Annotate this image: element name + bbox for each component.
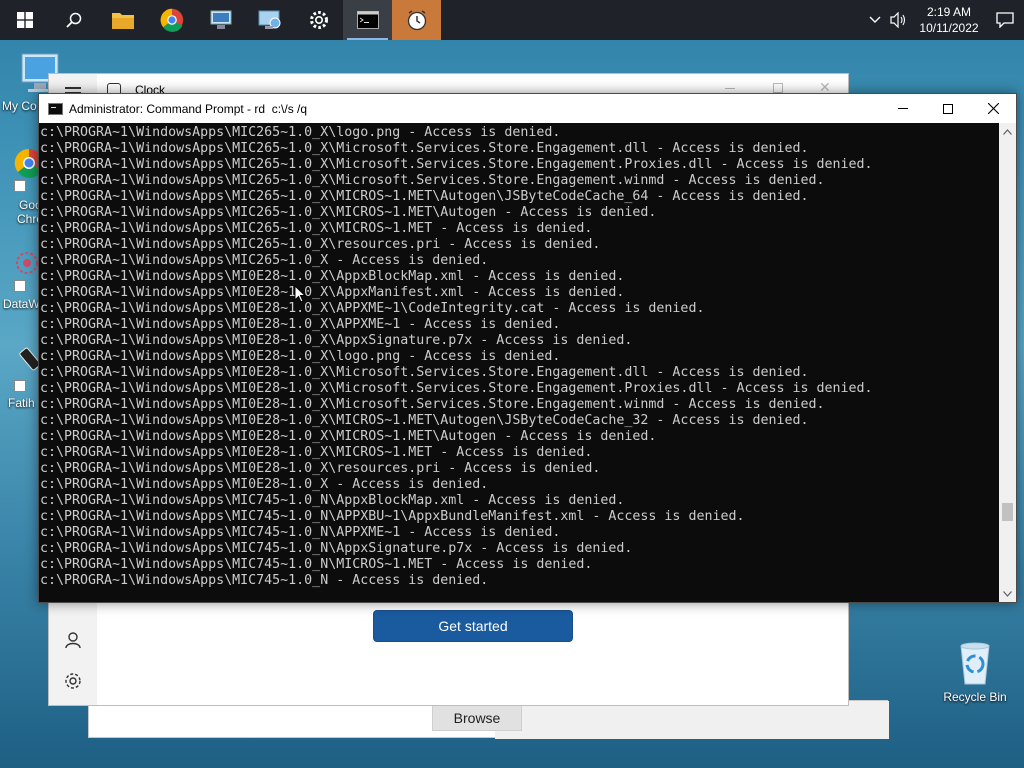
- volume-button[interactable]: [886, 0, 912, 40]
- shortcut-arrow-icon: [14, 280, 26, 292]
- cmd-output-line: c:\PROGRA~1\WindowsApps\MI0E28~1.0_X\MIC…: [40, 445, 593, 460]
- server-manager-icon: [210, 10, 231, 29]
- taskbar-date: 10/11/2022: [919, 21, 979, 35]
- this-pc-label: My Co: [2, 99, 37, 113]
- cmd-output-line: c:\PROGRA~1\WindowsApps\MIC265~1.0_X\log…: [40, 125, 561, 140]
- cmd-output-line: c:\PROGRA~1\WindowsApps\MI0E28~1.0_X\res…: [40, 461, 601, 476]
- search-button[interactable]: [49, 0, 98, 40]
- cmd-output-line: c:\PROGRA~1\WindowsApps\MI0E28~1.0_X\App…: [40, 269, 625, 284]
- gear-icon: [309, 11, 328, 29]
- cmd-output-line: c:\PROGRA~1\WindowsApps\MIC745~1.0_N\App…: [40, 541, 633, 556]
- cmd-output-line: c:\PROGRA~1\WindowsApps\MIC265~1.0_X\MIC…: [40, 189, 809, 204]
- taskbar-time: 2:19 AM: [926, 5, 972, 19]
- cmd-output-line: c:\PROGRA~1\WindowsApps\MIC265~1.0_X\MIC…: [40, 221, 593, 236]
- notification-icon: [996, 12, 1014, 28]
- recycle-bin[interactable]: Recycle Bin: [940, 640, 1010, 704]
- datawarehouse-icon[interactable]: [14, 250, 40, 276]
- cmd-output-line: c:\PROGRA~1\WindowsApps\MIC265~1.0_X\MIC…: [40, 205, 657, 220]
- cmd-output-line: c:\PROGRA~1\WindowsApps\MI0E28~1.0_X\APP…: [40, 317, 561, 332]
- start-button[interactable]: [0, 0, 49, 40]
- cmd-output-line: c:\PROGRA~1\WindowsApps\MIC265~1.0_X\Mic…: [40, 141, 809, 156]
- chrome-button[interactable]: [147, 0, 196, 40]
- cmd-close-button[interactable]: [970, 94, 1016, 123]
- scroll-down-icon[interactable]: [999, 585, 1016, 602]
- cmd-output-line: c:\PROGRA~1\WindowsApps\MI0E28~1.0_X\Mic…: [40, 397, 825, 412]
- cmd-output-line: c:\PROGRA~1\WindowsApps\MIC265~1.0_X\Mic…: [40, 173, 825, 188]
- cmd-icon: [356, 11, 379, 29]
- action-center-button[interactable]: [986, 0, 1024, 40]
- system-tray: 2:19 AM 10/11/2022: [864, 0, 1024, 40]
- cmd-titlebar[interactable]: Administrator: Command Prompt - rd c:\/s…: [39, 94, 1016, 123]
- cmd-output-line: c:\PROGRA~1\WindowsApps\MIC745~1.0_N\App…: [40, 493, 625, 508]
- clock-maximize-button[interactable]: [773, 83, 783, 93]
- cmd-output-line: c:\PROGRA~1\WindowsApps\MI0E28~1.0_X\MIC…: [40, 429, 657, 444]
- chrome-icon: [160, 8, 183, 32]
- shortcut-arrow-icon: [14, 380, 26, 392]
- cmd-output-line: c:\PROGRA~1\WindowsApps\MIC745~1.0_N - A…: [40, 573, 489, 588]
- network-admin-button[interactable]: [196, 0, 245, 40]
- settings-button[interactable]: [294, 0, 343, 40]
- cmd-output[interactable]: c:\PROGRA~1\WindowsApps\MIC265~1.0_X\log…: [40, 123, 999, 601]
- shortcut-arrow-icon: [14, 180, 26, 192]
- cmd-minimize-button[interactable]: [880, 94, 926, 123]
- cmd-output-line: c:\PROGRA~1\WindowsApps\MI0E28~1.0_X\log…: [40, 349, 561, 364]
- cmd-app-icon: [48, 102, 63, 115]
- search-icon: [65, 12, 81, 28]
- alarm-clock-icon: [407, 10, 426, 31]
- cmd-window-title: Administrator: Command Prompt - rd c:\/s…: [69, 101, 308, 116]
- cmd-output-line: c:\PROGRA~1\WindowsApps\MIC265~1.0_X\Mic…: [40, 157, 873, 172]
- file-explorer-button[interactable]: [98, 0, 147, 40]
- cmd-output-line: c:\PROGRA~1\WindowsApps\MI0E28~1.0_X\MIC…: [40, 413, 809, 428]
- command-prompt-window: Administrator: Command Prompt - rd c:\/s…: [38, 93, 1017, 603]
- cmd-output-line: c:\PROGRA~1\WindowsApps\MIC745~1.0_N\APP…: [40, 525, 561, 540]
- cmd-output-line: c:\PROGRA~1\WindowsApps\MI0E28~1.0_X\App…: [40, 333, 633, 348]
- cmd-output-line: c:\PROGRA~1\WindowsApps\MIC265~1.0_X\res…: [40, 237, 601, 252]
- cmd-output-line: c:\PROGRA~1\WindowsApps\MIC265~1.0_X - A…: [40, 253, 489, 268]
- speaker-icon: [890, 12, 906, 28]
- settings-icon[interactable]: [64, 672, 82, 695]
- clock-taskbar-button[interactable]: [392, 0, 441, 40]
- cmd-output-line: c:\PROGRA~1\WindowsApps\MI0E28~1.0_X\APP…: [40, 301, 705, 316]
- recycle-bin-icon: [955, 640, 995, 686]
- cmd-output-line: c:\PROGRA~1\WindowsApps\MI0E28~1.0_X\App…: [40, 285, 625, 300]
- recycle-bin-label: Recycle Bin: [943, 690, 1007, 704]
- cmd-output-line: c:\PROGRA~1\WindowsApps\MI0E28~1.0_X - A…: [40, 477, 489, 492]
- taskbar: 2:19 AM 10/11/2022: [0, 0, 1024, 40]
- mouse-pointer-icon: [294, 284, 307, 308]
- network-tool-button[interactable]: [245, 0, 294, 40]
- chevron-up-icon: [869, 16, 881, 23]
- browse-button[interactable]: Browse: [432, 705, 522, 731]
- cmd-output-lines: c:\PROGRA~1\WindowsApps\MIC265~1.0_X\log…: [40, 125, 999, 589]
- clock-minimize-button[interactable]: [725, 88, 735, 89]
- cmd-scrollbar[interactable]: [999, 123, 1016, 602]
- windows-logo-icon: [16, 12, 33, 28]
- scroll-up-icon[interactable]: [999, 123, 1016, 140]
- browse-pane: [495, 701, 889, 739]
- cmd-output-line: c:\PROGRA~1\WindowsApps\MI0E28~1.0_X\Mic…: [40, 381, 873, 396]
- folder-icon: [111, 13, 134, 29]
- cmd-maximize-button[interactable]: [925, 94, 971, 123]
- tray-overflow-button[interactable]: [864, 0, 886, 40]
- fatih-label: Fatih: [8, 396, 35, 410]
- account-icon[interactable]: [64, 631, 82, 654]
- datawarehouse-label: DataW: [3, 297, 40, 311]
- taskbar-clock[interactable]: 2:19 AM 10/11/2022: [912, 0, 986, 40]
- cmd-output-line: c:\PROGRA~1\WindowsApps\MIC745~1.0_N\APP…: [40, 509, 745, 524]
- cmd-output-line: c:\PROGRA~1\WindowsApps\MI0E28~1.0_X\Mic…: [40, 365, 809, 380]
- command-prompt-button[interactable]: [343, 0, 392, 40]
- scroll-thumb[interactable]: [1002, 502, 1013, 521]
- get-started-button[interactable]: Get started: [373, 610, 573, 642]
- cmd-output-line: c:\PROGRA~1\WindowsApps\MIC745~1.0_N\MIC…: [40, 557, 593, 572]
- network-monitor-icon: [258, 10, 280, 29]
